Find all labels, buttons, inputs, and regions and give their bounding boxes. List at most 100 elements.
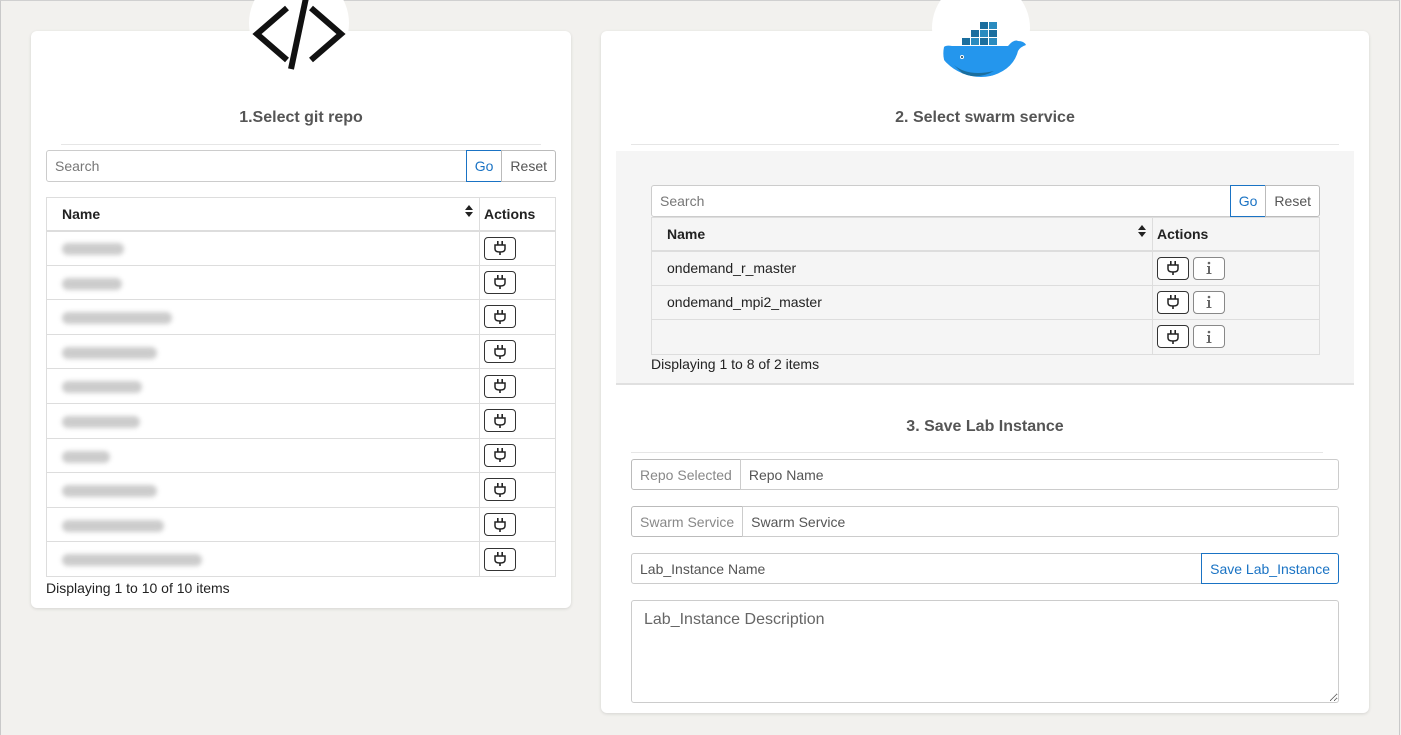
- select-repo-button[interactable]: [484, 478, 516, 502]
- git-repo-card: 1.Select git repo Go Reset Name Actions …: [31, 0, 571, 608]
- swarm-search-reset-button[interactable]: Reset: [1265, 185, 1320, 217]
- plug-icon: [494, 517, 506, 532]
- docker-badge: [932, 0, 1030, 77]
- redacted-repo-name: [62, 277, 122, 290]
- swarm-service-panel: Go Reset Name Actions ondemand_r_mastero…: [616, 151, 1354, 385]
- select-repo-button[interactable]: [484, 236, 516, 260]
- code-icon: [252, 0, 346, 70]
- select-repo-button[interactable]: [484, 270, 516, 294]
- redacted-repo-name: [62, 416, 140, 429]
- service-actions-cell: [1152, 319, 1320, 355]
- select-repo-button[interactable]: [484, 340, 516, 364]
- actions-column-header: Actions: [479, 197, 556, 232]
- redacted-repo-name: [62, 243, 124, 256]
- repo-actions-cell: [479, 333, 556, 370]
- lab-instance-name-group: Save Lab_Instance: [631, 553, 1339, 584]
- sort-icon[interactable]: [1138, 225, 1146, 237]
- table-row[interactable]: ondemand_mpi2_master: [651, 284, 1320, 321]
- lab-instance-description-field[interactable]: [631, 600, 1339, 703]
- plug-icon: [1167, 329, 1179, 344]
- table-row[interactable]: [46, 264, 556, 301]
- swarm-service-field[interactable]: [742, 506, 1339, 537]
- repo-actions-cell: [479, 402, 556, 439]
- table-row[interactable]: [46, 541, 556, 577]
- lab-instance-name-field[interactable]: [631, 553, 1203, 584]
- info-icon: [1206, 261, 1212, 275]
- name-column-header[interactable]: Name: [651, 217, 1153, 252]
- code-badge: [249, 0, 349, 73]
- plug-icon: [494, 241, 506, 256]
- swarm-search-go-button[interactable]: Go: [1229, 185, 1267, 217]
- redacted-repo-name: [62, 519, 164, 532]
- repo-table-footer: Displaying 1 to 10 of 10 items: [46, 580, 230, 596]
- repo-actions-cell: [479, 437, 556, 474]
- name-header-label: Name: [667, 225, 706, 242]
- service-info-button[interactable]: [1193, 256, 1225, 280]
- redacted-repo-name: [62, 346, 157, 359]
- select-repo-button[interactable]: [484, 305, 516, 329]
- name-header-label: Name: [62, 205, 101, 222]
- divider: [61, 144, 541, 145]
- swarm-table-footer: Displaying 1 to 8 of 2 items: [651, 356, 820, 372]
- repo-actions-cell: [479, 506, 556, 543]
- sort-icon[interactable]: [465, 205, 473, 217]
- info-icon: [1206, 296, 1212, 309]
- repo-name-cell: [46, 541, 480, 577]
- actions-column-header: Actions: [1152, 217, 1320, 252]
- repo-table: Name Actions: [46, 197, 556, 577]
- table-row[interactable]: [46, 402, 556, 439]
- plug-icon: [494, 482, 506, 497]
- select-repo-button[interactable]: [484, 547, 516, 571]
- repo-name-cell: [46, 437, 480, 474]
- select-repo-button[interactable]: [484, 374, 516, 398]
- service-actions-cell: [1152, 250, 1320, 286]
- redacted-repo-name: [62, 554, 202, 567]
- service-actions-cell: [1152, 284, 1320, 321]
- repo-name-cell: [46, 333, 480, 370]
- save-lab-instance-button[interactable]: Save Lab_Instance: [1201, 553, 1339, 584]
- repo-search-input[interactable]: [46, 150, 467, 182]
- table-row[interactable]: [46, 472, 556, 508]
- table-row[interactable]: [46, 368, 556, 404]
- divider: [631, 144, 1339, 145]
- plug-icon: [494, 448, 506, 463]
- repo-actions-cell: [479, 230, 556, 266]
- swarm-service-group: Swarm Service: [631, 506, 1339, 537]
- service-info-button[interactable]: [1193, 325, 1225, 349]
- service-name-cell: ondemand_r_master: [651, 250, 1153, 286]
- plug-icon: [494, 379, 506, 394]
- plug-icon: [494, 309, 506, 324]
- repo-selected-label: Repo Selected: [631, 459, 741, 490]
- swarm-search-bar: Go Reset: [651, 185, 1320, 217]
- repo-actions-cell: [479, 541, 556, 577]
- table-row[interactable]: [46, 299, 556, 335]
- redacted-repo-name: [62, 312, 172, 325]
- repo-search-reset-button[interactable]: Reset: [501, 150, 556, 182]
- select-repo-button[interactable]: [484, 409, 516, 433]
- name-column-header[interactable]: Name: [46, 197, 480, 232]
- table-row[interactable]: [46, 333, 556, 370]
- table-row[interactable]: [46, 230, 556, 266]
- repo-name-cell: [46, 402, 480, 439]
- select-service-button[interactable]: [1157, 256, 1189, 280]
- plug-icon: [494, 413, 506, 428]
- table-row[interactable]: [46, 506, 556, 543]
- repo-name-cell: [46, 368, 480, 404]
- repo-name-field[interactable]: [739, 459, 1339, 490]
- table-row[interactable]: ondemand_r_master: [651, 250, 1320, 286]
- repo-actions-cell: [479, 299, 556, 335]
- select-repo-button[interactable]: [484, 443, 516, 467]
- select-repo-button[interactable]: [484, 513, 516, 537]
- select-service-button[interactable]: [1157, 325, 1189, 349]
- service-info-button[interactable]: [1193, 290, 1225, 314]
- select-service-button[interactable]: [1157, 290, 1189, 314]
- save-lab-instance-title: 3. Save Lab Instance: [906, 418, 1064, 435]
- info-icon: [1206, 330, 1212, 343]
- service-name-cell: ondemand_mpi2_master: [651, 284, 1153, 321]
- repo-selected-group: Repo Selected: [631, 459, 1339, 490]
- repo-search-go-button[interactable]: Go: [465, 150, 503, 182]
- table-row[interactable]: [651, 319, 1320, 355]
- swarm-search-input[interactable]: [651, 185, 1231, 217]
- repo-name-cell: [46, 230, 480, 266]
- table-row[interactable]: [46, 437, 556, 474]
